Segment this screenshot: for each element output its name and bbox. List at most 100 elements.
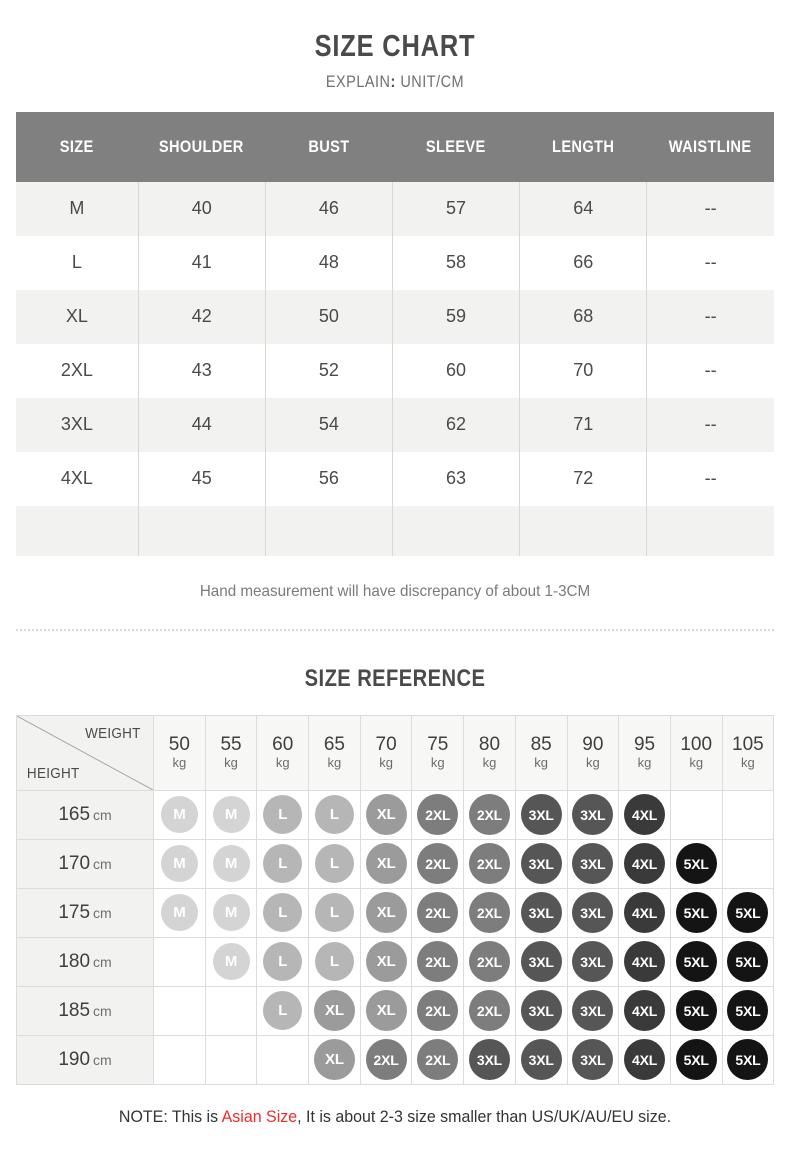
size-cell-175-95: 4XL [618,887,671,938]
height-unit: cm [93,1051,112,1068]
size-pill: XL [365,990,407,1032]
height-label-175: 175 cm [16,887,154,938]
size-pill: 3XL [572,941,614,983]
size-pill: 5XL [675,990,717,1032]
size-pill: 2XL [468,794,510,836]
size-pill: 2XL [417,990,459,1032]
weight-header-85: 85 kg [514,714,568,791]
weight-header-100: 100 kg [669,714,723,791]
size-cell-170-55: M [204,838,258,889]
size-pill: 5XL [727,990,769,1032]
size-cell-175-55: M [204,887,258,938]
size-pill: 5XL [727,1039,769,1081]
table-row: XL 42 50 59 68 -- [16,289,774,344]
size-pill: 2XL [417,941,459,983]
weight-header-55: 55 kg [204,714,258,791]
weight-header-65: 65 kg [308,714,361,791]
size-pill: 5XL [675,843,717,885]
size-pill: 2XL [468,990,510,1032]
column-header-waistline: WAISTLINE [646,111,774,182]
size-cell-190-85: 3XL [514,1034,568,1085]
weight-header-60: 60 kg [256,714,310,791]
size-cell-empty [153,936,206,987]
size-cell-165-60: L [256,789,310,840]
cell-bust: 50 [264,289,393,344]
size-cell-190-95: 4XL [618,1034,671,1085]
size-pill: 5XL [727,941,769,983]
size-cell-170-70: XL [359,838,413,889]
section-divider [16,628,774,631]
size-cell-165-70: XL [359,789,413,840]
height-value: 190 [58,1048,91,1070]
height-value: 185 [58,999,91,1021]
size-cell-175-65: L [308,887,361,938]
height-unit: cm [93,855,112,872]
size-cell-165-75: 2XL [411,789,465,840]
size-cell-175-105: 5XL [721,887,775,938]
cell-size: L [16,235,139,290]
weight-header-105: 105 kg [721,714,775,791]
size-pill: M [160,894,198,932]
column-header-length: LENGTH [519,111,647,182]
size-pill: L [314,893,354,933]
size-cell-165-50: M [153,789,206,840]
size-chart-header-row: SIZE SHOULDER BUST SLEEVE LENGTH WAISTLI… [16,111,774,182]
size-cell-175-80: 2XL [463,887,516,938]
size-pill: 2XL [417,843,459,885]
size-cell-190-75: 2XL [411,1034,465,1085]
size-pill: 3XL [520,843,562,885]
size-pill: M [212,943,250,981]
size-reference-row: 180 cm M L L XL 2XL 2XL 3XL 3XL 4XL 5XL 5XL [16,936,775,987]
cell-shoulder: 42 [137,289,266,344]
size-cell-185-90: 3XL [566,985,620,1036]
size-cell-175-60: L [256,887,310,938]
cell-length: 66 [519,235,647,290]
size-reference-header-row: WEIGHT HEIGHT 50 kg 55 kg 60 kg 65 kg 70 kg 7… [16,714,775,791]
size-cell-165-55: M [204,789,258,840]
size-cell-170-60: L [256,838,310,889]
height-value: 180 [58,950,91,972]
size-cell-185-105: 5XL [721,985,775,1036]
size-cell-185-60: L [256,985,310,1036]
size-reference-table: WEIGHT HEIGHT 50 kg 55 kg 60 kg 65 kg 70 kg 7… [16,714,775,1085]
size-pill: 2XL [468,941,510,983]
size-pill: 3XL [572,1039,614,1081]
axis-label-height: HEIGHT [26,764,80,782]
size-cell-170-85: 3XL [514,838,568,889]
table-row: M 40 46 57 64 -- [16,181,774,236]
size-reference-row: 170 cm M M L L XL 2XL 2XL 3XL 3XL 4XL 5XL [16,838,775,889]
cell-empty [391,505,520,556]
size-pill: 5XL [675,892,717,934]
size-pill: 4XL [624,941,666,983]
cell-length: 71 [519,397,647,452]
cell-sleeve: 57 [391,181,520,236]
size-pill: 2XL [417,794,459,836]
height-unit: cm [93,904,112,921]
cell-size: M [16,181,139,236]
size-cell-190-100: 5XL [669,1034,723,1085]
size-pill: 3XL [572,892,614,934]
size-pill: XL [365,941,407,983]
cell-bust: 54 [264,397,393,452]
size-cell-180-100: 5XL [669,936,723,987]
cell-sleeve: 60 [391,343,520,398]
size-chart-table: SIZE SHOULDER BUST SLEEVE LENGTH WAISTLI… [16,111,774,556]
size-cell-170-80: 2XL [463,838,516,889]
cell-waistline: -- [646,235,774,290]
size-pill: L [314,795,354,835]
height-value: 165 [58,803,91,825]
height-unit: cm [93,806,112,823]
size-pill: 4XL [624,794,666,836]
table-row: 2XL 43 52 60 70 -- [16,343,774,398]
size-pill: XL [313,1039,355,1081]
cell-waistline: -- [646,343,774,398]
height-value: 175 [58,901,91,923]
size-cell-165-80: 2XL [463,789,516,840]
cell-size: XL [16,289,139,344]
size-reference-row: 175 cm M M L L XL 2XL 2XL 3XL 3XL 4XL 5XL 5XL [16,887,775,938]
height-unit: cm [93,953,112,970]
size-cell-180-55: M [204,936,258,987]
size-cell-190-70: 2XL [359,1034,413,1085]
cell-bust: 56 [264,451,393,506]
cell-shoulder: 45 [137,451,266,506]
